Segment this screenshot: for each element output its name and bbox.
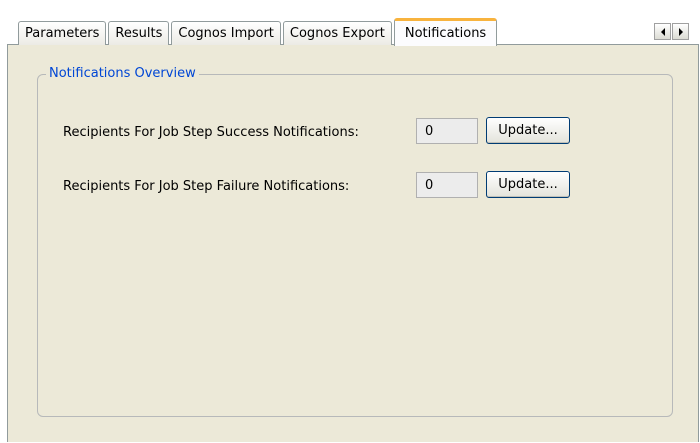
- update-failure-button[interactable]: Update...: [486, 171, 570, 198]
- tab-cognos-import[interactable]: Cognos Import: [171, 21, 281, 45]
- tab-parameters[interactable]: Parameters: [18, 21, 107, 45]
- success-recipients-label: Recipients For Job Step Success Notifica…: [63, 125, 359, 140]
- notifications-window: Parameters Results Cognos Import Cognos …: [0, 0, 700, 443]
- chevron-right-icon: [678, 27, 683, 36]
- tab-results[interactable]: Results: [108, 21, 170, 45]
- update-success-button[interactable]: Update...: [486, 117, 570, 144]
- tab-notifications[interactable]: Notifications: [393, 18, 498, 46]
- group-title: Notifications Overview: [46, 65, 199, 83]
- scroll-left-button[interactable]: [654, 23, 671, 40]
- failure-recipients-count: 0: [416, 172, 478, 198]
- success-recipients-count: 0: [416, 118, 478, 144]
- tab-scroll-controls: [654, 23, 690, 40]
- chevron-left-icon: [660, 27, 665, 36]
- failure-recipients-label: Recipients For Job Step Failure Notifica…: [63, 179, 350, 194]
- scroll-right-button[interactable]: [672, 23, 689, 40]
- tab-cognos-export[interactable]: Cognos Export: [282, 21, 392, 45]
- tab-bar: Parameters Results Cognos Import Cognos …: [18, 18, 499, 46]
